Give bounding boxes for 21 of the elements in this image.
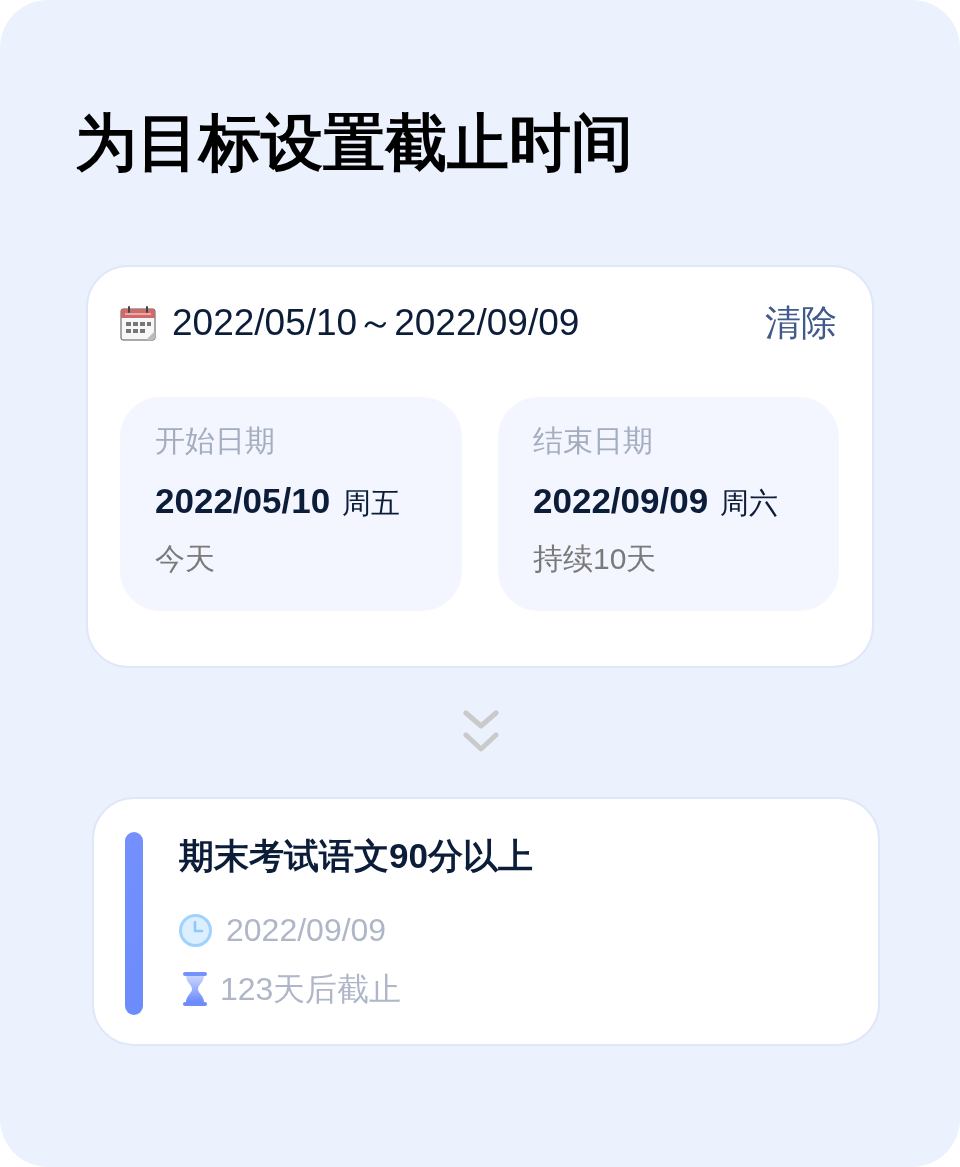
date-note: 今天	[155, 541, 215, 577]
clock-icon	[179, 913, 212, 947]
weekday: 周五	[342, 486, 401, 521]
date-value: 2022/09/09	[533, 480, 709, 522]
calendar-icon	[120, 305, 156, 341]
date-card[interactable]: 开始日期 2022/05/10 周五 今天	[120, 397, 462, 611]
page-title: 为目标设置截止时间	[75, 107, 633, 179]
double-chevron-down-icon	[463, 710, 499, 752]
goal-title: 期末考试语文90分以上	[179, 835, 533, 877]
hourglass-icon	[183, 972, 207, 1006]
date-note: 持续10天	[533, 541, 657, 577]
date-value: 2022/05/10	[155, 480, 331, 522]
deadline-date: 2022/09/09	[226, 911, 387, 950]
date-label: 结束日期	[533, 423, 653, 459]
weekday: 周六	[720, 486, 779, 521]
goal-card[interactable]: 期末考试语文90分以上 2022/09/09 123天后截止	[92, 797, 880, 1046]
countdown-text: 123天后截止	[220, 970, 402, 1009]
date-label: 开始日期	[155, 423, 275, 459]
date-range-text: 2022/05/10～2022/09/09	[172, 301, 580, 345]
date-card[interactable]: 结束日期 2022/09/09 周六 持续10天	[498, 397, 839, 611]
clear-button[interactable]: 清除	[765, 301, 837, 345]
